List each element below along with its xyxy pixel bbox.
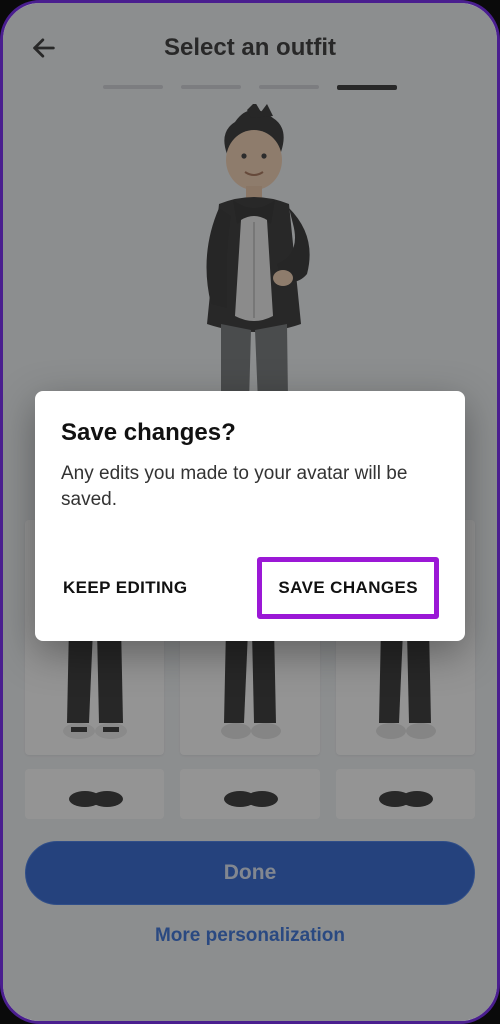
app-screen: Select an outfit [0,0,500,1024]
dialog-actions: KEEP EDITING SAVE CHANGES [61,557,439,619]
save-changes-dialog: Save changes? Any edits you made to your… [35,391,465,641]
progress-step [259,85,319,89]
shoe-icon [65,779,125,809]
progress-step [181,85,241,89]
outfit-card[interactable] [180,769,319,819]
outfit-card[interactable] [336,769,475,819]
shoe-icon [220,779,280,809]
shoe-icon [375,779,435,809]
more-personalization-link[interactable]: More personalization [3,915,497,967]
dialog-title: Save changes? [61,419,439,447]
save-changes-button[interactable]: SAVE CHANGES [266,568,430,608]
page-title: Select an outfit [27,34,473,62]
done-label: Done [224,861,277,885]
save-changes-highlight: SAVE CHANGES [257,557,439,619]
outfit-grid-row2 [3,755,497,819]
keep-editing-button[interactable]: KEEP EDITING [61,566,189,610]
progress-step [103,85,163,89]
done-button[interactable]: Done [25,841,475,905]
progress-indicator [3,79,497,100]
progress-step-active [337,85,397,90]
dialog-body: Any edits you made to your avatar will b… [61,461,439,513]
outfit-card[interactable] [25,769,164,819]
header: Select an outfit [3,3,497,79]
